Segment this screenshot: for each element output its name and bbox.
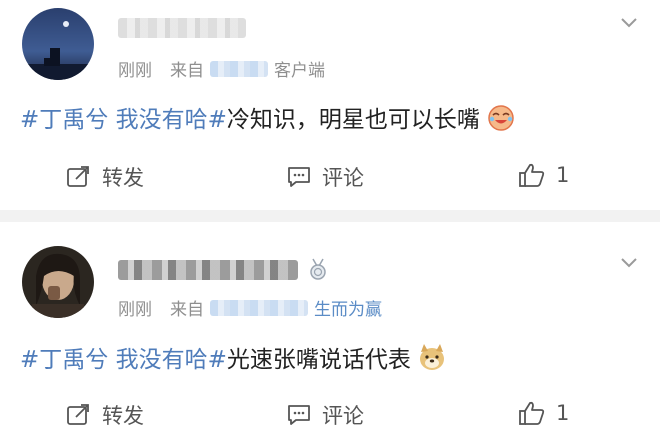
hashtag-link[interactable]: #丁禹兮 我没有哈#	[20, 100, 227, 134]
comment-icon	[288, 167, 310, 187]
post-text: 光速张嘴说话代表	[226, 347, 411, 373]
post-meta: 刚刚 来自 客户端	[118, 56, 325, 81]
source-blurred	[210, 60, 268, 77]
post-separator	[0, 210, 660, 222]
like-button[interactable]: 1	[518, 162, 569, 188]
like-count: 1	[556, 163, 570, 187]
feed-post: 刚刚 来自 客户端 #丁禹兮 我没有哈# 冷知识，明星也可以长嘴 转发 评论 1	[0, 0, 660, 210]
comment-label: 评论	[322, 166, 364, 190]
thumbs-up-icon	[519, 401, 545, 425]
source-prefix: 来自	[170, 300, 204, 320]
post-time: 刚刚	[118, 61, 152, 81]
avatar[interactable]	[22, 246, 94, 318]
source-prefix: 来自	[170, 61, 204, 81]
doge-emoji-icon	[419, 344, 444, 370]
post-content: #丁禹兮 我没有哈# 光速张嘴说话代表	[20, 340, 447, 374]
comment-label: 评论	[322, 404, 364, 426]
source-client: 客户端	[274, 61, 325, 81]
comment-button[interactable]: 评论	[286, 400, 364, 426]
comment-icon	[288, 405, 310, 425]
feed-post: 刚刚 来自 生而为赢 #丁禹兮 我没有哈# 光速张嘴说话代表 转发 评论 1	[0, 222, 660, 426]
post-content: #丁禹兮 我没有哈# 冷知识，明星也可以长嘴	[20, 100, 516, 134]
username-blurred[interactable]	[118, 18, 246, 38]
avatar[interactable]	[22, 8, 94, 80]
like-count: 1	[556, 401, 570, 425]
action-bar: 转发 评论 1	[0, 400, 660, 426]
repost-icon	[67, 166, 89, 187]
repost-label: 转发	[102, 166, 144, 190]
source-blurred	[210, 299, 308, 316]
hashtag-link[interactable]: #丁禹兮 我没有哈#	[20, 340, 227, 374]
medal-badge-icon	[310, 258, 326, 280]
chevron-down-icon[interactable]	[620, 257, 638, 269]
laughing-crying-emoji-icon	[488, 105, 514, 131]
username-blurred[interactable]	[118, 260, 298, 280]
post-meta: 刚刚 来自 生而为赢	[118, 295, 382, 320]
repost-label: 转发	[102, 404, 144, 426]
source-client[interactable]: 生而为赢	[314, 295, 382, 320]
repost-button[interactable]: 转发	[66, 162, 144, 192]
post-text: 冷知识，明星也可以长嘴	[226, 107, 480, 133]
like-button[interactable]: 1	[518, 400, 569, 426]
post-time: 刚刚	[118, 300, 152, 320]
repost-button[interactable]: 转发	[66, 400, 144, 426]
action-bar: 转发 评论 1	[0, 162, 660, 192]
thumbs-up-icon	[519, 163, 545, 187]
repost-icon	[67, 404, 89, 425]
chevron-down-icon[interactable]	[620, 17, 638, 29]
comment-button[interactable]: 评论	[286, 162, 364, 192]
